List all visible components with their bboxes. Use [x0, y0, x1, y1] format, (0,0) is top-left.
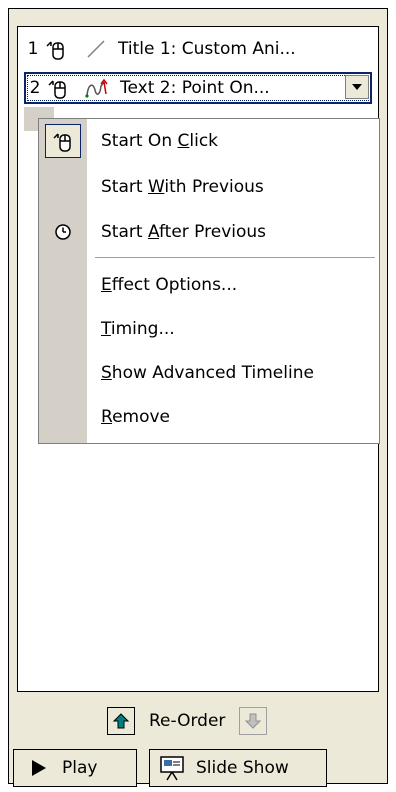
menu-item-start-with-previous[interactable]: Start With Previous [39, 167, 379, 207]
menu-item-label: Start After Previous [101, 222, 267, 242]
mouse-click-icon [46, 41, 64, 60]
menu-separator [95, 257, 375, 258]
menu-item-label: Timing... [101, 319, 175, 339]
item-number: 2 [29, 78, 41, 98]
clock-icon [45, 215, 81, 249]
menu-item-effect-options[interactable]: Effect Options... [39, 265, 379, 305]
move-down-button[interactable] [239, 707, 268, 735]
animation-item-label: Text 2: Point On... [120, 78, 270, 98]
slide-show-icon [160, 756, 184, 781]
animation-item-1[interactable]: 1 Title 1: Custom Ani... [24, 33, 372, 65]
menu-item-start-after-previous[interactable]: Start After Previous [39, 212, 379, 252]
slide-show-button[interactable]: Slide Show [149, 749, 327, 787]
down-arrow-icon [245, 713, 262, 729]
menu-item-label: Remove [101, 407, 171, 427]
menu-item-show-advanced-timeline[interactable]: Show Advanced Timeline [39, 353, 379, 393]
animation-item-label: Title 1: Custom Ani... [118, 39, 296, 59]
animation-context-menu: Start On Click Start With Previous Start… [38, 118, 380, 444]
line-effect-icon [87, 40, 105, 58]
chevron-down-icon [352, 84, 362, 90]
move-up-button[interactable] [107, 707, 135, 735]
slide-show-label: Slide Show [196, 758, 289, 778]
menu-item-remove[interactable]: Remove [39, 397, 379, 437]
mouse-click-icon [45, 124, 81, 158]
animation-item-2-selected[interactable]: 2 Text 2: Point On... [24, 72, 372, 104]
reorder-label: Re-Order [149, 711, 226, 731]
motion-path-icon [85, 78, 108, 98]
play-label: Play [62, 758, 98, 778]
reorder-controls: Re-Order [107, 704, 268, 738]
menu-item-label: Start On Click [101, 131, 219, 151]
dropdown-arrow-button[interactable] [345, 75, 369, 99]
play-button[interactable]: Play [13, 749, 137, 787]
play-icon [32, 760, 46, 776]
item-number: 1 [27, 39, 39, 59]
menu-item-timing[interactable]: Timing... [39, 309, 379, 349]
menu-item-start-on-click[interactable]: Start On Click [39, 121, 379, 161]
menu-item-label: Start With Previous [101, 177, 264, 197]
menu-item-label: Effect Options... [101, 275, 238, 295]
mouse-click-icon [48, 80, 66, 99]
up-arrow-icon [112, 713, 130, 729]
menu-item-label: Show Advanced Timeline [101, 363, 314, 383]
